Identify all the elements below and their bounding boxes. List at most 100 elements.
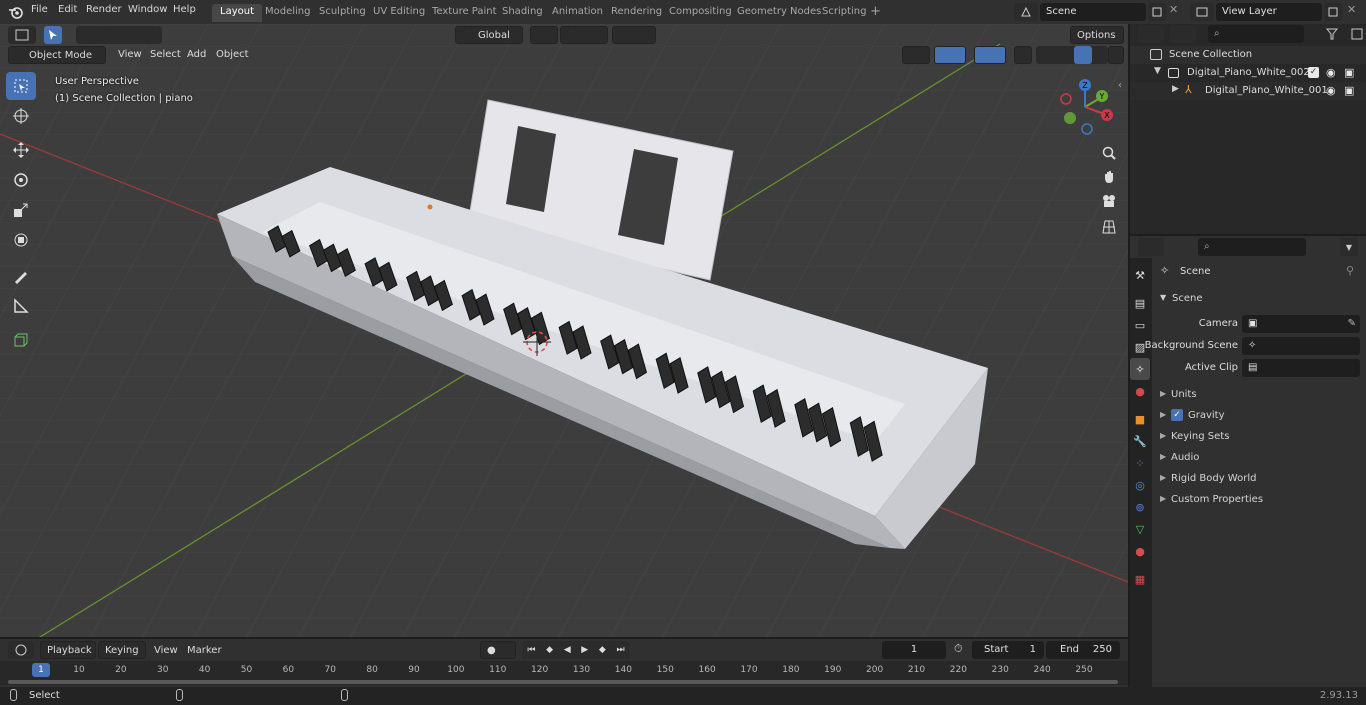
pin-icon[interactable]: ⚲ [1346,264,1354,277]
exclude-checkbox[interactable]: ✓ [1308,67,1319,78]
shading-buttons[interactable] [1036,46,1108,64]
prev-keyframe-icon[interactable]: ◆ [546,645,553,655]
stopwatch-icon[interactable]: ⏱ [954,642,963,656]
select-tool-icon[interactable] [44,26,62,44]
camera-icon[interactable]: ▣ [1344,84,1354,97]
menu-window[interactable]: Window [128,4,167,15]
tool-tab-icon[interactable]: ⚒ [1130,264,1150,286]
snap-toggle[interactable] [560,26,608,44]
options-dropdown[interactable]: Options [1070,26,1124,44]
menu-file[interactable]: File [31,4,48,15]
audio-panel-header[interactable]: ▶ Audio [1154,449,1366,467]
transform-tool-icon[interactable] [6,226,36,254]
eye-icon[interactable]: ◉ [1326,84,1336,97]
view-layer-field[interactable]: View Layer [1216,3,1322,21]
menu-edit[interactable]: Edit [58,4,77,15]
new-view-layer-icon[interactable] [1324,3,1342,21]
camera-icon[interactable]: ▣ [1344,66,1354,79]
constraints-tab-icon[interactable]: ⊚ [1130,496,1150,518]
play-icon[interactable]: ▶ [581,645,588,655]
visibility-dropdown[interactable] [902,46,930,64]
remove-scene-icon[interactable]: ✕ [1169,3,1178,16]
measure-tool-icon[interactable] [6,292,36,320]
texture-tab-icon[interactable]: ▦ [1130,568,1150,590]
playhead[interactable]: 1 [32,663,50,677]
camera-view-icon[interactable] [1098,190,1120,212]
collapse-arrow-icon[interactable]: ▼ [1154,66,1161,76]
solid-shading-icon[interactable] [1074,46,1092,64]
outliner-editor-icon[interactable] [1138,25,1164,43]
jump-end-icon[interactable]: ⏭ [616,645,624,655]
shading-options-dropdown[interactable] [1108,46,1124,64]
tab-modeling[interactable]: Modeling [257,4,319,22]
outliner-row-scene-collection[interactable]: Scene Collection [1130,46,1366,64]
object-tab-icon[interactable]: ■ [1130,408,1150,430]
blender-logo-icon[interactable] [8,4,24,20]
timeline-menu-marker[interactable]: Marker [187,645,222,656]
annotate-tool-icon[interactable] [6,262,36,290]
custom-properties-panel-header[interactable]: ▶ Custom Properties [1154,491,1366,509]
tab-texture-paint[interactable]: Texture Paint [424,4,505,22]
outliner-row-piano-002[interactable]: ▼ Digital_Piano_White_002 ✓ ◉ ▣ [1130,64,1366,82]
outliner-search-input[interactable]: ⌕ [1208,25,1304,43]
active-clip-field[interactable]: ▤ [1242,359,1360,377]
remove-view-layer-icon[interactable]: ✕ [1347,3,1356,16]
rigid-body-world-panel-header[interactable]: ▶ Rigid Body World [1154,470,1366,488]
timeline-track[interactable]: 1 10 20 30 40 50 60 70 80 90 100 110 120 130 140 150 16… [0,661,1128,685]
physics-tab-icon[interactable]: ◎ [1130,474,1150,496]
render-tab-icon[interactable]: ▤ [1130,292,1150,314]
xray-toggle[interactable] [1014,46,1032,64]
keying-sets-panel-header[interactable]: ▶ Keying Sets [1154,428,1366,446]
perspective-toggle-icon[interactable] [1098,216,1120,238]
background-scene-field[interactable]: ✧ [1242,337,1360,355]
pan-icon[interactable] [1098,166,1120,188]
output-tab-icon[interactable]: ▭ [1130,314,1150,336]
filter-icon[interactable] [1318,25,1346,43]
selection-mode-buttons[interactable] [76,26,162,44]
units-panel-header[interactable]: ▶ Units [1154,386,1366,404]
menu-object[interactable]: Object [216,49,249,60]
navigation-gizmo[interactable]: Z Y X [1054,74,1120,140]
gizmo-toggle[interactable] [934,46,966,64]
expand-arrow-icon[interactable]: ▶ [1172,84,1179,94]
scene-name-field[interactable]: Scene [1040,3,1146,21]
object-mode-dropdown[interactable]: Object Mode [8,46,106,64]
editor-type-icon[interactable] [8,26,36,44]
pivot-dropdown[interactable] [530,26,558,44]
scene-tab-icon[interactable]: ✧ [1130,358,1150,380]
outliner-row-piano-001[interactable]: ▶ ⅄ Digital_Piano_White_001 ◉ ▣ [1130,82,1366,100]
menu-view[interactable]: View [118,49,142,60]
tab-scripting[interactable]: Scripting [814,4,874,22]
tab-layout[interactable]: Layout [212,4,262,22]
properties-editor-icon[interactable] [1138,238,1164,256]
timeline-editor-icon[interactable] [8,641,34,659]
gravity-panel-header[interactable]: ▶ ✓ Gravity [1154,407,1366,425]
overlay-toggle[interactable] [974,46,1006,64]
transform-orientation-dropdown[interactable]: Global [455,26,523,44]
tab-animation[interactable]: Animation [544,4,611,22]
move-tool-icon[interactable] [6,136,36,164]
cursor-tool-icon[interactable] [6,102,36,130]
new-scene-icon[interactable] [1148,3,1166,21]
menu-render[interactable]: Render [86,4,122,15]
particles-tab-icon[interactable]: ⁘ [1130,452,1150,474]
auto-keying-toggle[interactable]: ● [480,641,516,659]
menu-select[interactable]: Select [150,49,181,60]
sidebar-toggle-icon[interactable]: ‹ [1118,80,1122,91]
gravity-checkbox[interactable]: ✓ [1171,409,1183,421]
material-tab-icon[interactable]: ● [1130,540,1150,562]
new-collection-icon[interactable] [1348,25,1366,43]
select-box-tool-icon[interactable] [6,72,36,100]
outliner-display-mode-icon[interactable] [1170,25,1196,43]
zoom-icon[interactable] [1098,142,1120,164]
playback-dropdown[interactable]: Playback [40,641,96,659]
proportional-edit-toggle[interactable] [612,26,656,44]
end-frame-field[interactable]: End 250 [1046,641,1120,659]
modifier-tab-icon[interactable]: 🔧 [1130,430,1150,452]
menu-add[interactable]: Add [187,49,206,60]
tab-uv-editing[interactable]: UV Editing [365,4,433,22]
eyedropper-icon[interactable]: ✎ [1348,318,1356,329]
scene-section-header[interactable]: ▼ Scene [1154,290,1366,308]
timeline-scrollbar[interactable] [8,680,1118,684]
tab-shading[interactable]: Shading [494,4,551,22]
